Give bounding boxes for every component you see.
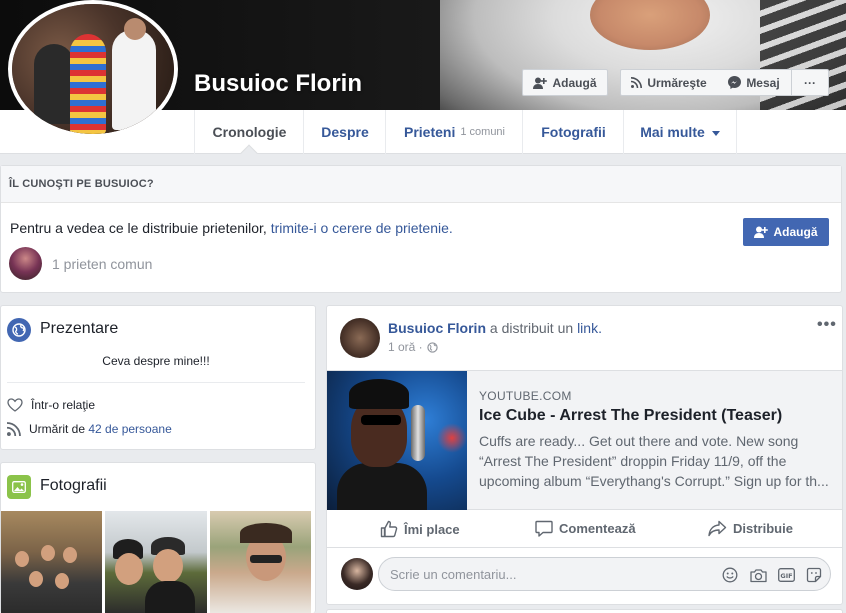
add-friend-label: Adaugă — [773, 225, 818, 239]
globe-icon — [7, 318, 31, 342]
comment-label: Comentează — [559, 521, 636, 536]
relationship-row: Într-o relaţie — [7, 398, 95, 412]
gif-icon[interactable]: GIF — [777, 566, 795, 584]
tab-prieteni[interactable]: Prieteni 1 comuni — [385, 110, 523, 154]
post-card: Busuioc Florin a distribuit un link. 1 o… — [326, 305, 843, 605]
add-friend-label: Adaugă — [552, 75, 597, 90]
share-arrow-icon — [708, 520, 727, 537]
tab-label: Fotografii — [541, 124, 606, 140]
tab-mai-multe[interactable]: Mai multe — [623, 110, 737, 154]
svg-text:GIF: GIF — [780, 572, 792, 580]
link-title[interactable]: Ice Cube - Arrest The President (Teaser) — [479, 407, 782, 425]
tab-fotografii[interactable]: Fotografii — [522, 110, 624, 154]
divider — [7, 382, 305, 383]
more-dots-icon: ··· — [804, 75, 816, 90]
link-domain: YOUTUBE.COM — [479, 389, 572, 403]
post-options-button[interactable]: ••• — [817, 316, 837, 334]
add-friend-button-secondary[interactable]: Adaugă — [743, 218, 829, 246]
comment-input[interactable]: Scrie un comentariu... GIF — [378, 557, 831, 591]
mutual-friend-avatar[interactable] — [9, 247, 42, 280]
post-author-avatar[interactable] — [340, 318, 380, 358]
tab-label: Mai multe — [640, 124, 705, 140]
know-person-panel: ÎL CUNOŞTI PE BUSUIOC? Pentru a vedea ce… — [0, 165, 842, 293]
thumbs-up-icon — [380, 520, 398, 538]
sticker-icon[interactable] — [805, 566, 823, 584]
rss-icon — [7, 422, 21, 436]
profile-name[interactable]: Busuioc Florin — [194, 70, 362, 98]
comment-placeholder: Scrie un comentariu... — [390, 567, 517, 582]
profile-picture[interactable] — [8, 0, 178, 138]
photos-icon — [7, 475, 31, 499]
message-label: Mesaj — [746, 75, 780, 90]
link-description: Cuffs are ready... Get out there and vot… — [479, 433, 829, 489]
caret-down-icon — [711, 130, 720, 136]
more-options-button[interactable]: ··· — [791, 69, 829, 96]
link-thumbnail[interactable] — [327, 371, 467, 510]
followers-link[interactable]: 42 de persoane — [88, 422, 171, 436]
follow-label: Urmăreşte — [647, 75, 707, 90]
tab-label: Despre — [321, 124, 369, 140]
next-post-card — [326, 609, 843, 613]
post-actions: Îmi place Comentează Distribuie — [327, 510, 842, 548]
post-timestamp: 1 oră · — [388, 340, 438, 354]
like-button[interactable]: Îmi place — [380, 520, 460, 538]
share-button[interactable]: Distribuie — [708, 520, 793, 537]
photo-thumbnail[interactable] — [105, 511, 207, 613]
post-author-name[interactable]: Busuioc Florin — [388, 320, 486, 336]
followers-row: Urmărit de 42 de persoane — [7, 422, 172, 436]
tab-label: Cronologie — [212, 124, 287, 140]
bio-text: Ceva despre mine!!! — [102, 354, 210, 368]
messenger-icon — [728, 76, 742, 89]
know-heading: ÎL CUNOŞTI PE BUSUIOC? — [1, 166, 841, 203]
photo-thumbnail[interactable] — [210, 511, 311, 613]
link-preview[interactable]: YOUTUBE.COM Ice Cube - Arrest The Presid… — [327, 370, 842, 510]
emoji-icon[interactable] — [721, 566, 739, 584]
follow-button[interactable]: Urmăreşte — [620, 69, 718, 96]
share-label: Distribuie — [733, 521, 793, 536]
public-globe-icon — [427, 341, 438, 353]
mutual-friends-link[interactable]: 1 prieten comun — [52, 256, 152, 272]
friend-request-link[interactable]: trimite-i o cerere de prietenie — [271, 220, 449, 236]
photo-thumbnail[interactable] — [1, 511, 102, 613]
post-header: Busuioc Florin a distribuit un link. — [388, 320, 602, 336]
intro-title: Prezentare — [40, 320, 119, 337]
mutual-count: 1 comuni — [460, 126, 505, 138]
current-user-avatar — [341, 558, 373, 590]
post-time-text[interactable]: 1 oră · — [388, 340, 423, 354]
heart-icon — [7, 398, 23, 412]
message-button[interactable]: Mesaj — [717, 69, 792, 96]
tab-despre[interactable]: Despre — [303, 110, 386, 154]
comment-bubble-icon — [535, 520, 553, 537]
intro-card: Prezentare Ceva despre mine!!! Într-o re… — [0, 305, 316, 450]
add-friend-button[interactable]: Adaugă — [522, 69, 608, 96]
like-label: Îmi place — [404, 521, 460, 537]
comment-button[interactable]: Comentează — [535, 520, 636, 537]
tab-label: Prieteni — [404, 124, 456, 140]
rss-icon — [631, 77, 643, 88]
camera-icon[interactable] — [749, 566, 767, 584]
photos-card: Fotografii — [0, 462, 316, 613]
post-link-word[interactable]: link — [577, 320, 598, 336]
add-friend-icon — [754, 226, 769, 238]
add-friend-icon — [533, 77, 548, 89]
friend-request-prompt: Pentru a vedea ce le distribuie prieteni… — [10, 220, 453, 236]
photos-title[interactable]: Fotografii — [40, 477, 107, 495]
